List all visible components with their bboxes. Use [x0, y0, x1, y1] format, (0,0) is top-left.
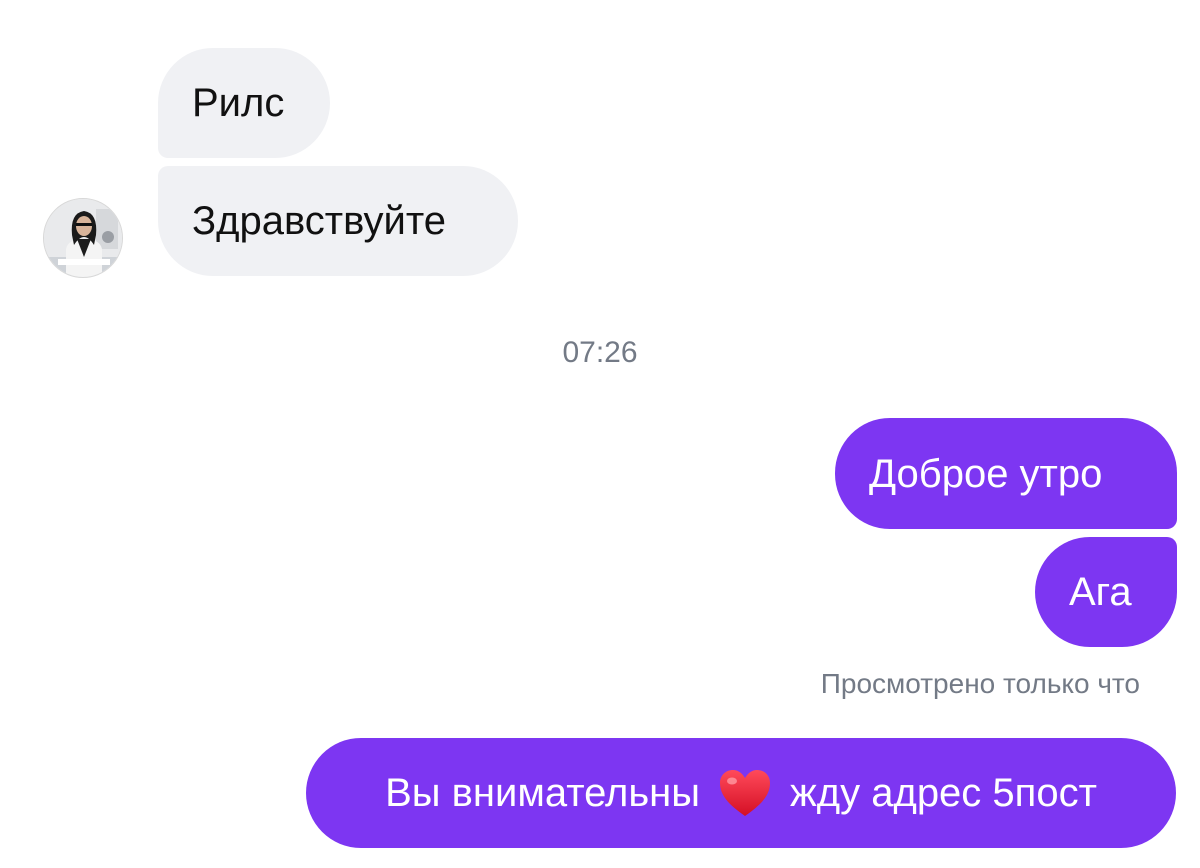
outgoing-message-bubble[interactable]: Вы внимательны жду адрес 5пост: [306, 738, 1176, 848]
message-text: жду адрес 5пост: [790, 771, 1097, 815]
message-text: Вы внимательны: [385, 771, 701, 815]
incoming-message-bubble[interactable]: Рилс: [158, 48, 330, 158]
incoming-message-bubble[interactable]: Здравствуйте: [158, 166, 518, 276]
avatar-photo-icon: [44, 199, 122, 277]
message-timestamp: 07:26: [562, 336, 638, 369]
outgoing-message-bubble[interactable]: Доброе утро: [835, 418, 1177, 529]
message-text: Здравствуйте: [192, 199, 446, 243]
outgoing-message-bubble[interactable]: Ага: [1035, 537, 1177, 647]
red-heart-icon: [718, 768, 772, 818]
message-text: Рилс: [192, 81, 285, 125]
seen-status: Просмотрено только что: [820, 668, 1140, 699]
sender-avatar[interactable]: [43, 198, 123, 278]
message-text: Ага: [1069, 570, 1132, 614]
message-text: Доброе утро: [869, 451, 1103, 496]
